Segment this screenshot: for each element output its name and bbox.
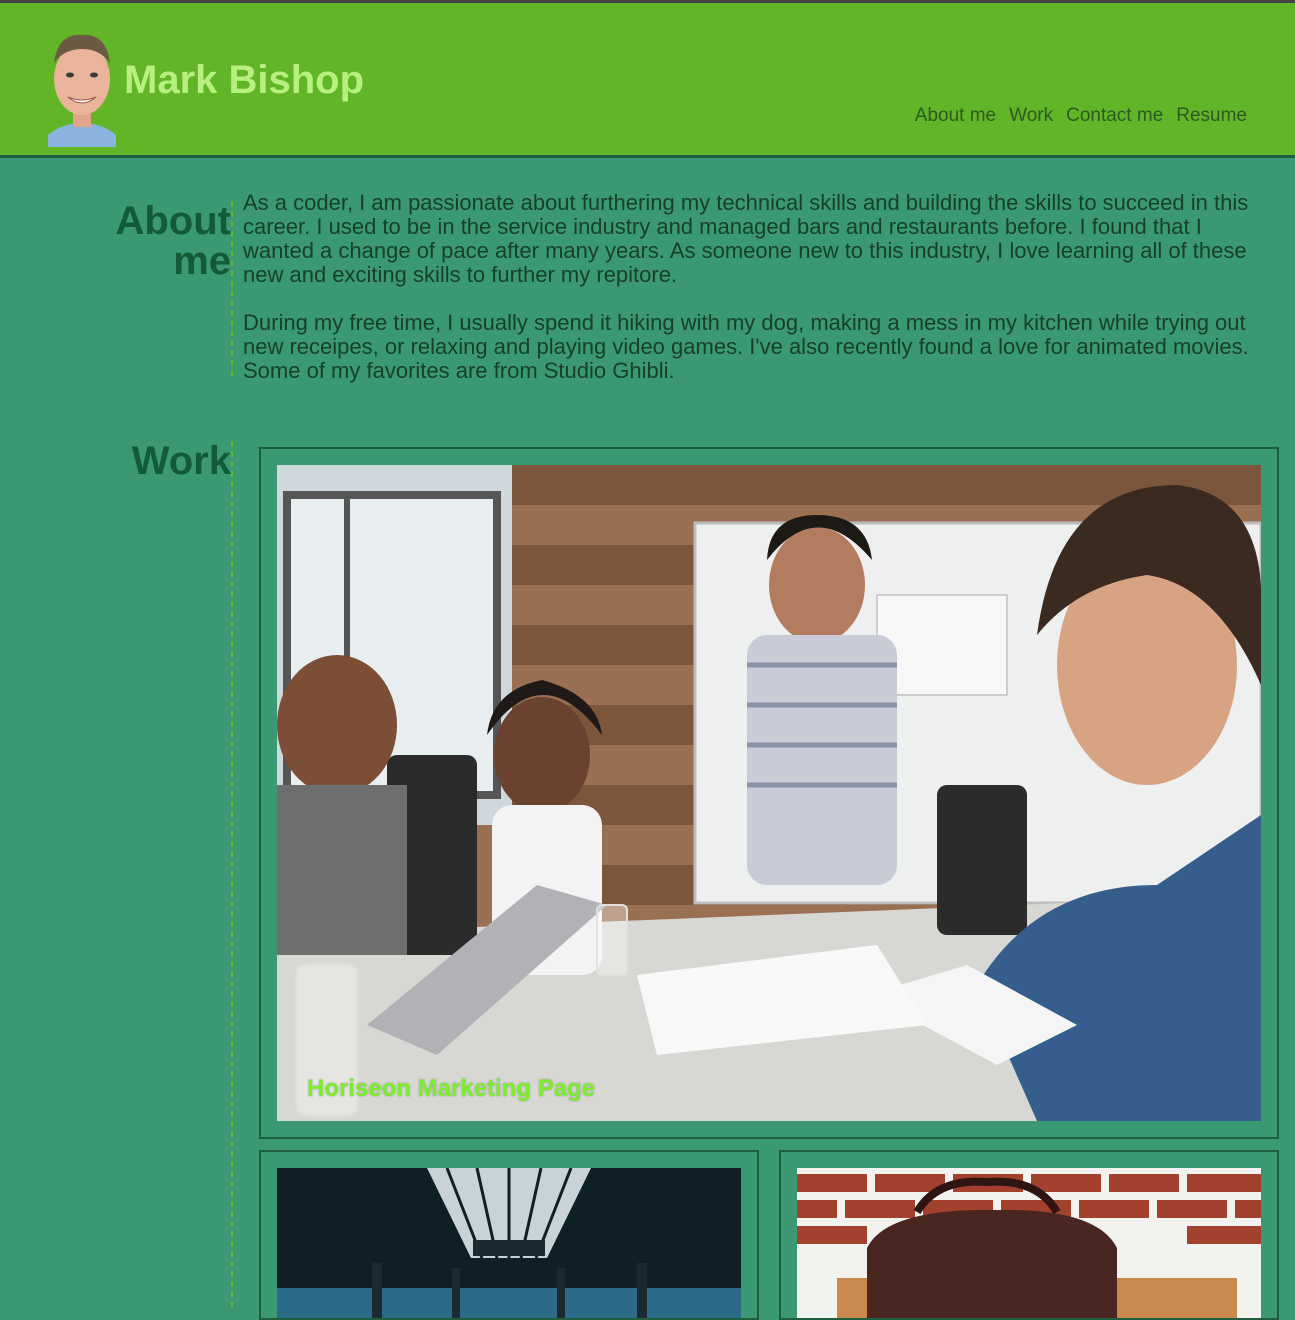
about-divider	[231, 201, 233, 376]
nav-link-work[interactable]: Work	[1009, 105, 1053, 127]
nav-link-about[interactable]: About me	[915, 105, 996, 127]
work-card[interactable]	[259, 1150, 759, 1320]
about-heading: About me	[115, 201, 231, 281]
about-paragraph: As a coder, I am passionate about furthe…	[243, 190, 1249, 287]
site-header: Mark Bishop About me Work Contact me Res…	[0, 3, 1295, 158]
nav-link-contact[interactable]: Contact me	[1066, 105, 1163, 127]
work-card-image	[797, 1168, 1261, 1318]
nav-link-resume[interactable]: Resume	[1176, 105, 1247, 127]
main-nav: About me Work Contact me Resume	[915, 105, 1247, 127]
work-card[interactable]	[779, 1150, 1279, 1320]
work-divider	[231, 441, 233, 1307]
work-heading: Work	[131, 439, 231, 483]
about-paragraph: During my free time, I usually spend it …	[243, 310, 1249, 383]
about-heading-line1: About	[115, 199, 231, 243]
site-title: Mark Bishop	[124, 58, 365, 102]
work-card-image	[277, 1168, 741, 1318]
featured-work-card[interactable]: Horiseon Marketing Page	[259, 447, 1279, 1139]
about-text: As a coder, I am passionate about furthe…	[243, 191, 1268, 407]
avatar	[48, 27, 116, 147]
featured-work-caption: Horiseon Marketing Page	[307, 1075, 596, 1102]
about-heading-line2: me	[173, 239, 231, 283]
featured-work-image: Horiseon Marketing Page	[277, 465, 1261, 1121]
